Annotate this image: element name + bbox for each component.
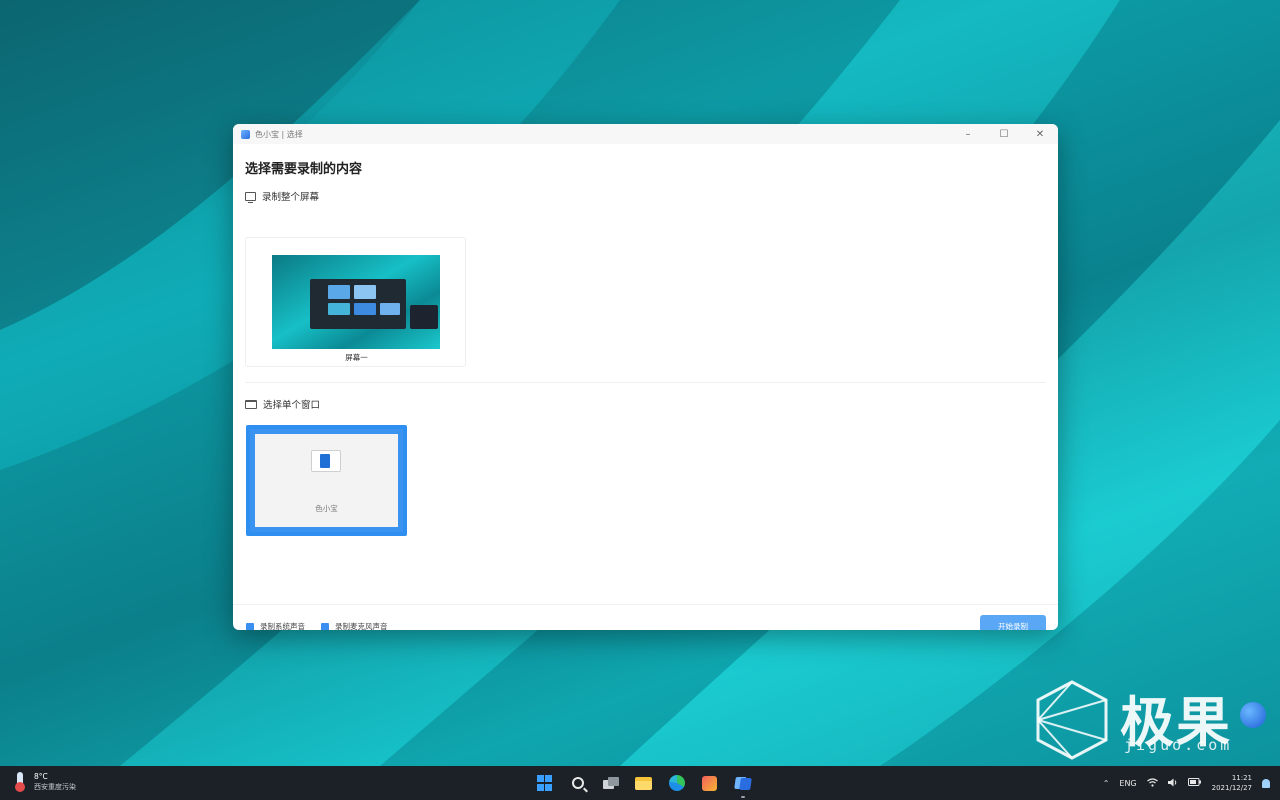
weather-text: 8°C 西安重度污染 [34,772,76,792]
system-audio-option[interactable]: 录制系统声音 [246,621,305,630]
thumbnail-window [310,279,406,329]
close-button[interactable]: ✕ [1022,124,1058,144]
notification-icon[interactable] [1262,778,1270,788]
section-screen-label: 录制整个屏幕 [262,192,320,203]
start-recording-button[interactable]: 开始录制 [980,615,1046,630]
system-audio-checkbox[interactable] [246,622,254,630]
store-icon [702,775,717,791]
window-option-preview: 色小宝 [255,434,398,527]
task-view-button[interactable] [600,772,622,794]
maximize-button[interactable]: ☐ [986,124,1022,144]
task-view-icon [602,777,619,789]
screen-option-label: 屏幕一 [345,353,368,362]
weather-widget[interactable]: 8°C 西安重度污染 [14,772,76,792]
start-button[interactable] [534,772,556,794]
start-icon [536,775,553,791]
dialog-content: 选择需要录制的内容 录制整个屏幕 屏幕一 选择单个窗口 色小宝 录制系统声音 录… [233,144,1058,630]
chevron-up-icon[interactable]: ⌃ [1103,779,1110,788]
weather-temperature: 8°C [34,772,48,781]
wifi-icon[interactable] [1146,777,1158,789]
mic-audio-option[interactable]: 录制麦克风声音 [321,621,388,630]
thermometer-icon [14,772,28,792]
window-icon [245,399,257,409]
screen-option-card[interactable]: 屏幕一 [245,237,466,367]
store-button[interactable] [699,772,721,794]
thumbnail-panel [410,305,438,329]
taskbar-apps [528,771,759,798]
recorder-app-button[interactable] [732,772,754,798]
recorder-window: 色小宝 | 选择 – ☐ ✕ 选择需要录制的内容 录制整个屏幕 屏幕一 选择单个… [233,124,1058,630]
mic-audio-checkbox[interactable] [321,622,329,630]
clock-date: 2021/12/27 [1211,784,1252,792]
app-logo-icon [241,129,250,139]
clock-time: 11:21 [1231,774,1252,782]
title-bar[interactable]: 色小宝 | 选择 – ☐ ✕ [233,124,1058,144]
section-window-label: 选择单个窗口 [263,400,321,411]
language-indicator[interactable]: ENG [1119,779,1136,788]
active-indicator [740,796,745,798]
watermark: 极果 jiguo.com [1030,676,1266,766]
section-window: 选择单个窗口 [245,397,320,411]
recorder-app-icon [735,775,751,791]
window-option-label: 色小宝 [315,504,338,513]
taskbar: 8°C 西安重度污染 ⌃ ENG 11:21 2021/12/27 [0,766,1280,800]
file-explorer-icon [635,776,652,790]
watermark-dot [1240,702,1266,728]
footer-divider [233,604,1058,605]
watermark-site: jiguo.com [1124,736,1233,754]
system-tray: ⌃ ENG 11:21 2021/12/27 [1098,770,1270,796]
section-divider [245,382,1046,383]
battery-icon[interactable] [1187,778,1201,788]
monitor-icon [245,191,256,203]
page-title: 选择需要录制的内容 [245,162,363,177]
window-controls: – ☐ ✕ [950,124,1058,144]
edge-icon [668,775,685,791]
watermark-logo-icon [1036,680,1108,760]
minimize-button[interactable]: – [950,124,986,144]
weather-description: 西安重度污染 [34,783,76,791]
file-explorer-button[interactable] [633,772,655,794]
edge-button[interactable] [666,772,688,794]
volume-icon[interactable] [1167,778,1178,789]
clock[interactable]: 11:21 2021/12/27 [1212,773,1252,793]
mic-audio-label: 录制麦克风声音 [335,622,388,630]
window-title: 色小宝 | 选择 [255,129,303,139]
section-screen: 录制整个屏幕 [245,189,319,203]
system-audio-label: 录制系统声音 [260,622,305,630]
screen-thumbnail [272,255,440,349]
app-preview-icon [311,450,341,472]
window-option-card[interactable]: 色小宝 [246,425,407,536]
search-icon [571,777,584,789]
search-button[interactable] [567,772,589,794]
